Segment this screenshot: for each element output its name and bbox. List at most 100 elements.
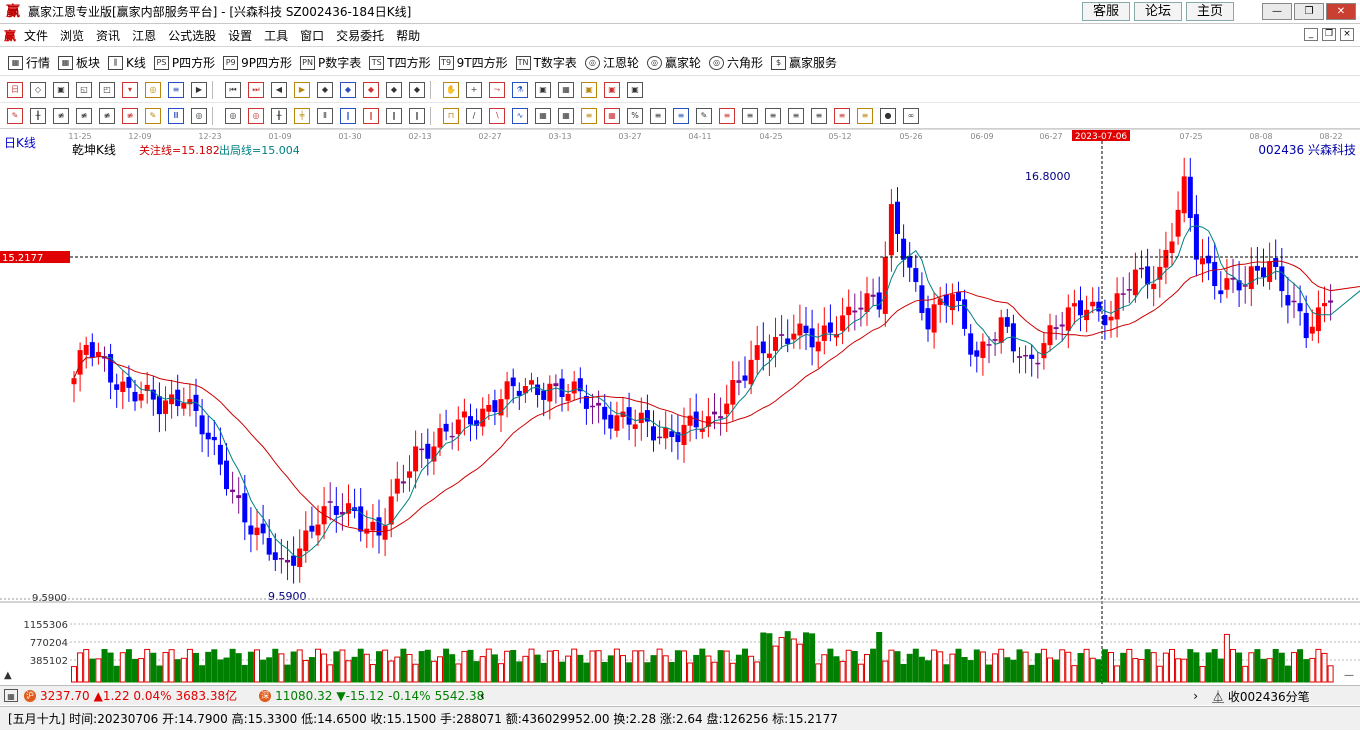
support-link[interactable]: 客服 <box>1082 2 1130 21</box>
toolbar-button-7[interactable]: T9 9T四方形 <box>438 54 508 71</box>
tb3-tool-28-icon[interactable]: ≡ <box>673 107 689 124</box>
kline-chart[interactable]: 日K线 乾坤K线 关注线=15.182 出局线=15.004 002436 兴森… <box>0 129 1360 684</box>
mdi-minimize-button[interactable]: _ <box>1304 28 1318 41</box>
tb2-tool-16-icon[interactable]: ◆ <box>386 81 402 98</box>
toolbar-button-8[interactable]: TN T数字表 <box>515 54 577 71</box>
mdi-close-button[interactable]: × <box>1340 28 1354 41</box>
tb2-tool-2-icon[interactable]: ▣ <box>53 81 69 98</box>
tb3-tool-8-icon[interactable]: ◎ <box>191 107 207 124</box>
tb3-tool-27-icon[interactable]: ≡ <box>650 107 666 124</box>
tb2-tool-12-icon[interactable]: ▶ <box>294 81 310 98</box>
tb3-tool-12-icon[interactable]: ╪ <box>294 107 310 124</box>
chart-scrollbar[interactable]: ‹ › <box>474 688 1204 703</box>
tb3-tool-7-icon[interactable]: Ⅲ <box>168 107 184 124</box>
tb2-tool-5-icon[interactable]: ▾ <box>122 81 138 98</box>
tb2-tool-23-icon[interactable]: ▦ <box>558 81 574 98</box>
tb2-tool-22-icon[interactable]: ▣ <box>535 81 551 98</box>
menu-trade[interactable]: 交易委托 <box>330 27 390 44</box>
tb2-tool-8-icon[interactable]: ▶ <box>191 81 207 98</box>
sz-index[interactable]: 深 11080.32 ▼-15.12 -0.14% 5542.38 <box>259 689 484 703</box>
menu-settings[interactable]: 设置 <box>222 27 258 44</box>
tb3-tool-30-icon[interactable]: ≡ <box>719 107 735 124</box>
toolbar-button-0[interactable]: ▦ 行情 <box>8 54 50 71</box>
close-button[interactable]: ✕ <box>1326 3 1356 20</box>
tb3-tool-0-icon[interactable]: ✎ <box>7 107 23 124</box>
tb3-tool-3-icon[interactable]: ≢ <box>76 107 92 124</box>
home-link[interactable]: 主页 <box>1186 2 1234 21</box>
tb2-tool-19-icon[interactable]: + <box>466 81 482 98</box>
tb3-tool-38-icon[interactable]: ∞ <box>903 107 919 124</box>
mdi-restore-button[interactable]: ❐ <box>1322 28 1336 41</box>
tb2-tool-1-icon[interactable]: ◇ <box>30 81 46 98</box>
toolbar-button-3[interactable]: PS P四方形 <box>153 54 215 71</box>
tb3-tool-31-icon[interactable]: ≡ <box>742 107 758 124</box>
tb2-tool-3-icon[interactable]: ◱ <box>76 81 92 98</box>
collect-status[interactable]: ⏅ 收002436分笔 <box>1212 688 1310 705</box>
tb2-tool-9-icon[interactable]: ⏮ <box>225 81 241 98</box>
menu-formula[interactable]: 公式选股 <box>162 27 222 44</box>
restore-button[interactable]: ❐ <box>1294 3 1324 20</box>
tb3-tool-10-icon[interactable]: ◎ <box>248 107 264 124</box>
menu-window[interactable]: 窗口 <box>294 27 330 44</box>
tb2-tool-26-icon[interactable]: ▣ <box>627 81 643 98</box>
tb3-tool-19-icon[interactable]: ∕ <box>466 107 482 124</box>
tb3-tool-1-icon[interactable]: ╫ <box>30 107 46 124</box>
tb3-tool-26-icon[interactable]: % <box>627 107 643 124</box>
toolbar-button-6[interactable]: TS T四方形 <box>369 54 431 71</box>
tb3-tool-36-icon[interactable]: ≡ <box>857 107 873 124</box>
tb3-tool-9-icon[interactable]: ◎ <box>225 107 241 124</box>
toolbar-button-2[interactable]: ⫼ K线 <box>108 54 146 71</box>
toolbar-button-9[interactable]: ◎ 江恩轮 <box>584 54 639 71</box>
grid-icon[interactable]: ▦ <box>4 689 18 702</box>
scroll-right-icon[interactable]: › <box>1193 689 1198 703</box>
toolbar-button-11[interactable]: ◎ 六角形 <box>708 54 763 71</box>
tb2-tool-6-icon[interactable]: ◎ <box>145 81 161 98</box>
tb3-tool-34-icon[interactable]: ≡ <box>811 107 827 124</box>
menu-file[interactable]: 文件 <box>18 27 54 44</box>
tb2-tool-4-icon[interactable]: ◰ <box>99 81 115 98</box>
tb3-tool-23-icon[interactable]: ▦ <box>558 107 574 124</box>
tb2-tool-7-icon[interactable]: ≡ <box>168 81 184 98</box>
menu-gann[interactable]: 江恩 <box>126 27 162 44</box>
tb2-tool-25-icon[interactable]: ▣ <box>604 81 620 98</box>
toolbar-button-5[interactable]: PN P数字表 <box>300 54 361 71</box>
tb3-tool-32-icon[interactable]: ≡ <box>765 107 781 124</box>
tb3-tool-4-icon[interactable]: ≢ <box>99 107 115 124</box>
forum-link[interactable]: 论坛 <box>1134 2 1182 21</box>
menu-tools[interactable]: 工具 <box>258 27 294 44</box>
tb3-tool-33-icon[interactable]: ≡ <box>788 107 804 124</box>
tb2-tool-15-icon[interactable]: ◆ <box>363 81 379 98</box>
tb3-tool-15-icon[interactable]: ∥ <box>363 107 379 124</box>
tb3-tool-13-icon[interactable]: Ⅱ <box>317 107 333 124</box>
menu-news[interactable]: 资讯 <box>90 27 126 44</box>
tb2-tool-17-icon[interactable]: ◆ <box>409 81 425 98</box>
tb2-tool-20-icon[interactable]: ⤳ <box>489 81 505 98</box>
toolbar-button-4[interactable]: P9 9P四方形 <box>223 54 292 71</box>
tb3-tool-6-icon[interactable]: ✎ <box>145 107 161 124</box>
tb3-tool-14-icon[interactable]: ∥ <box>340 107 356 124</box>
menu-help[interactable]: 帮助 <box>390 27 426 44</box>
tb2-tool-24-icon[interactable]: ▣ <box>581 81 597 98</box>
menu-browse[interactable]: 浏览 <box>54 27 90 44</box>
minimize-button[interactable]: — <box>1262 3 1292 20</box>
tb3-tool-24-icon[interactable]: ≡ <box>581 107 597 124</box>
tb2-tool-13-icon[interactable]: ◆ <box>317 81 333 98</box>
tb3-tool-5-icon[interactable]: ≢ <box>122 107 138 124</box>
tb2-tool-10-icon[interactable]: ⏭ <box>248 81 264 98</box>
tb3-tool-22-icon[interactable]: ▦ <box>535 107 551 124</box>
tb3-tool-25-icon[interactable]: ▦ <box>604 107 620 124</box>
tb2-tool-14-icon[interactable]: ◆ <box>340 81 356 98</box>
toolbar-button-1[interactable]: ▦ 板块 <box>58 54 100 71</box>
sh-index[interactable]: 沪 3237.70 ▲1.22 0.04% 3683.38亿 <box>24 687 237 704</box>
tb2-tool-21-icon[interactable]: ⚗ <box>512 81 528 98</box>
tb2-tool-0-icon[interactable]: 日 <box>7 81 23 98</box>
tb3-tool-2-icon[interactable]: ≢ <box>53 107 69 124</box>
tb3-tool-20-icon[interactable]: ∖ <box>489 107 505 124</box>
tb3-tool-29-icon[interactable]: ✎ <box>696 107 712 124</box>
tb2-tool-18-icon[interactable]: ✋ <box>443 81 459 98</box>
tb3-tool-17-icon[interactable]: ∥ <box>409 107 425 124</box>
tb3-tool-21-icon[interactable]: ∿ <box>512 107 528 124</box>
scroll-left-icon[interactable]: ‹ <box>480 689 485 703</box>
tb3-tool-11-icon[interactable]: ╫ <box>271 107 287 124</box>
kline-chart-area[interactable]: 日K线 乾坤K线 关注线=15.182 出局线=15.004 002436 兴森… <box>0 129 1360 684</box>
